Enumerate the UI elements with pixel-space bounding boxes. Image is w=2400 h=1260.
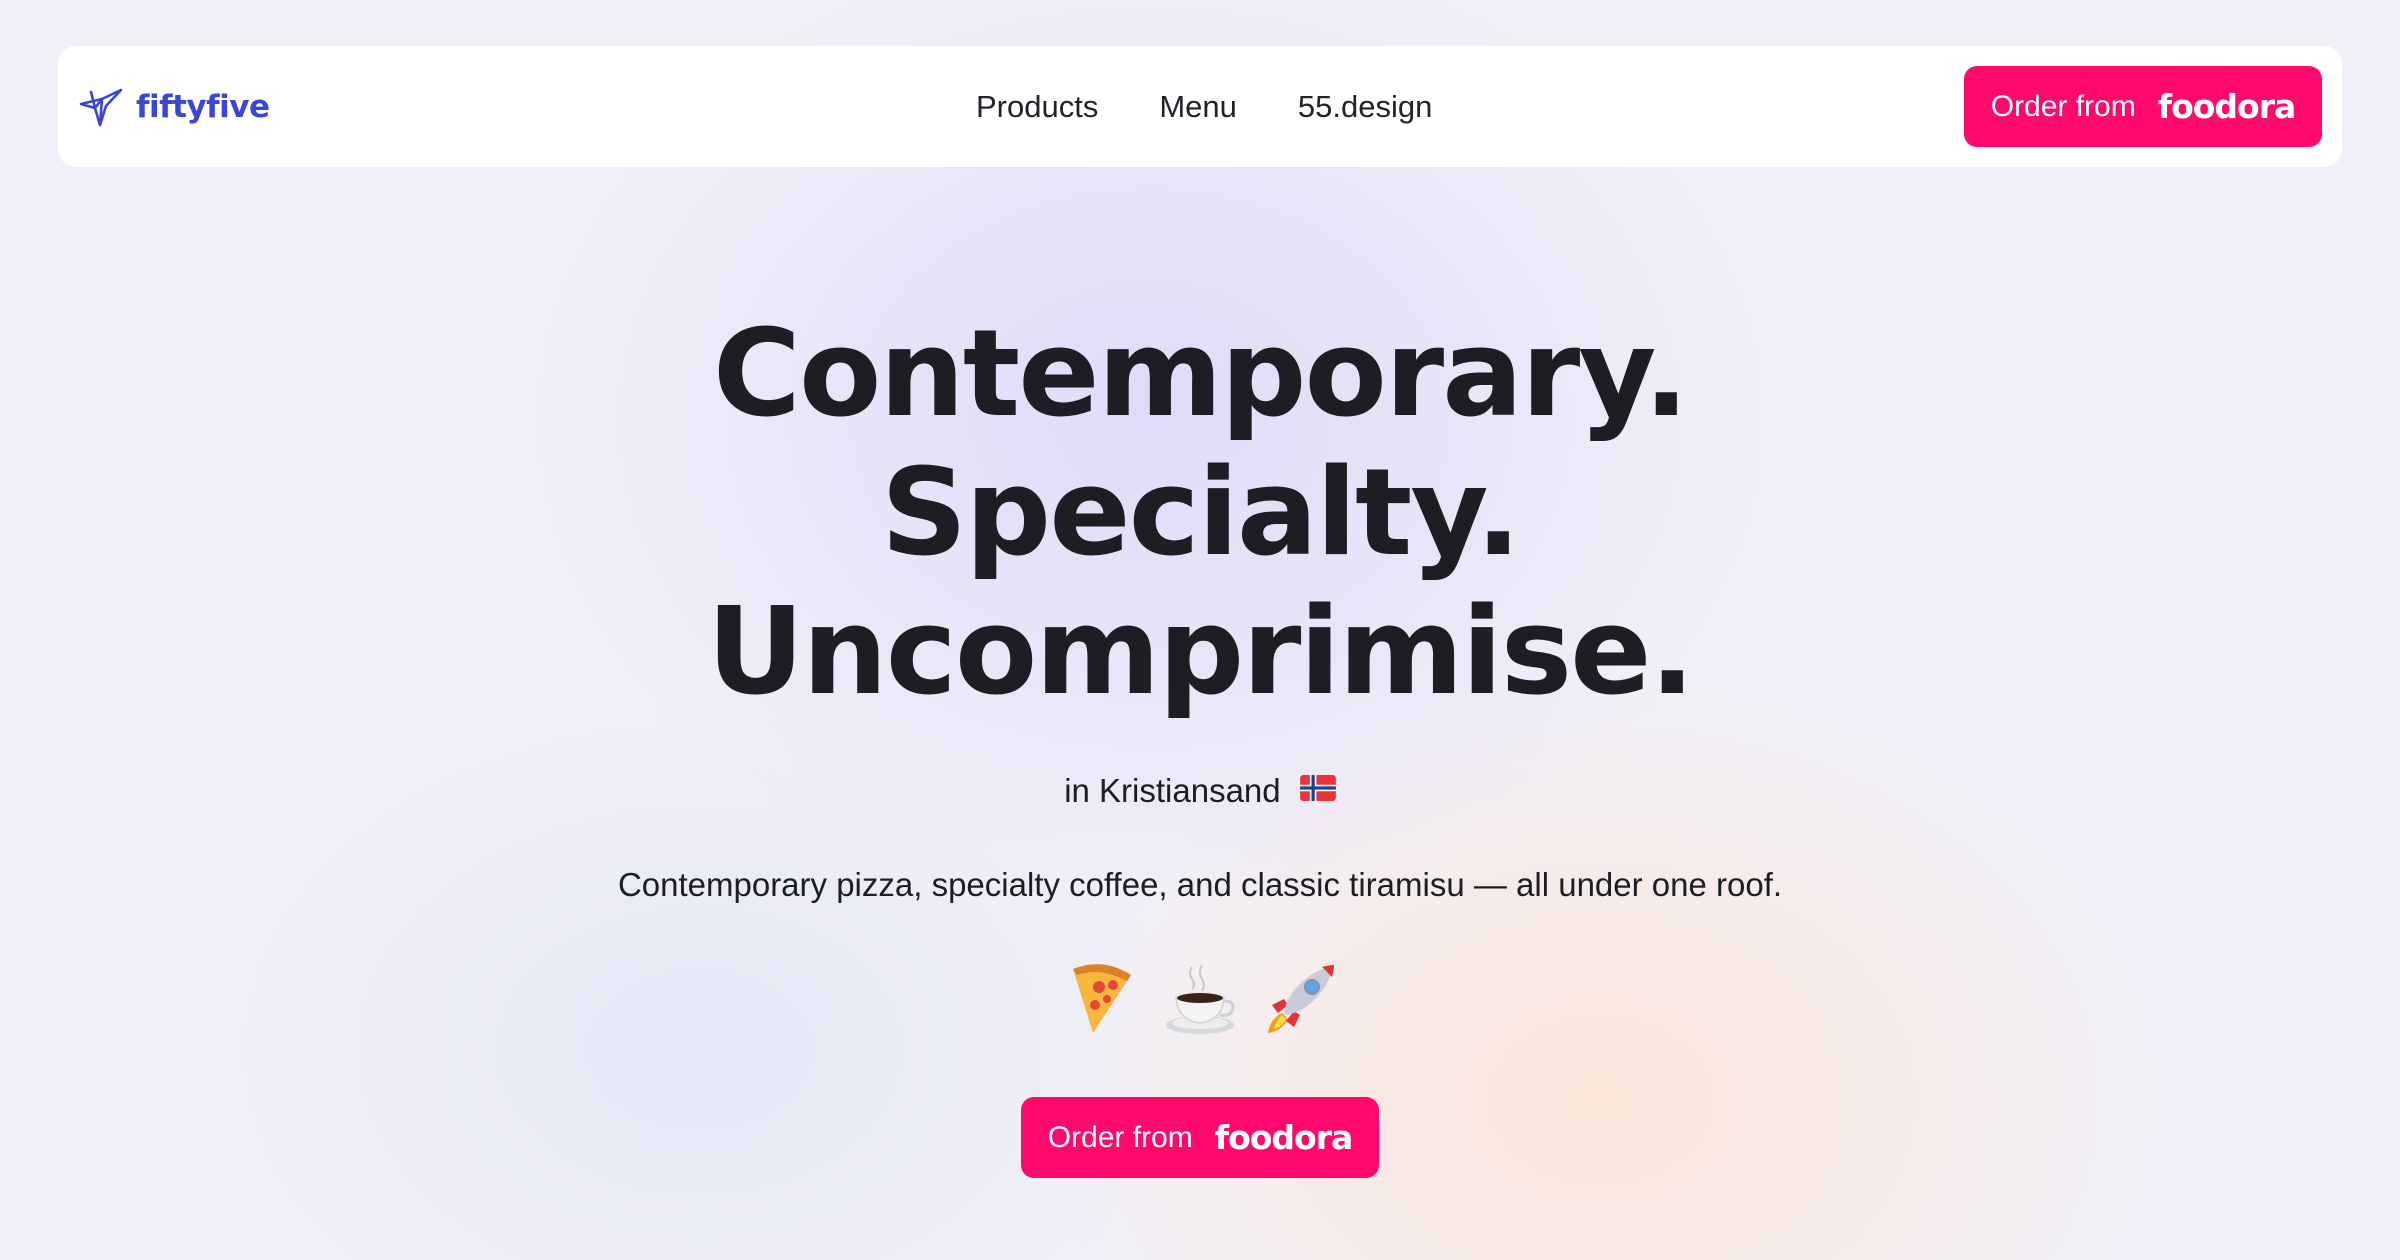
hero-title: Contemporary. Specialty. Uncomprimise. (0, 305, 2400, 722)
foodora-logo: foodora (2157, 87, 2297, 126)
hero-tagline: Contemporary pizza, specialty coffee, an… (617, 866, 1783, 903)
foodora-logo: foodora (1214, 1118, 1354, 1157)
order-button-label: Order from (1990, 89, 2136, 123)
order-button-label: Order from (1047, 1120, 1193, 1154)
main-navigation: Products Menu 55.design (976, 46, 1432, 167)
hero-title-line-1: Contemporary. (712, 305, 1689, 444)
hero-order-foodora-button[interactable]: Order from foodora (1021, 1097, 1379, 1178)
location-line: in Kristiansand (0, 772, 2400, 810)
brand-logo-link[interactable]: fiftyfive (78, 46, 270, 167)
norway-flag-icon (1299, 771, 1336, 809)
brand-name: fiftyfive (136, 88, 270, 125)
location-text: in Kristiansand (1064, 772, 1281, 809)
nav-order-foodora-button[interactable]: Order from foodora (1964, 66, 2322, 147)
nav-link-55-design[interactable]: 55.design (1298, 89, 1432, 125)
nav-link-products[interactable]: Products (976, 89, 1098, 125)
hero-title-line-3: Uncomprimise. (706, 583, 1695, 722)
hero-title-line-2: Specialty. (880, 444, 1521, 583)
top-navbar: fiftyfive Products Menu 55.design Order … (58, 46, 2342, 167)
emoji-row (0, 960, 2400, 1038)
pizza-icon (1061, 960, 1139, 1038)
origami-bird-icon (78, 86, 124, 128)
coffee-icon (1161, 960, 1239, 1038)
nav-link-menu[interactable]: Menu (1159, 89, 1237, 125)
rocket-icon (1261, 960, 1339, 1038)
